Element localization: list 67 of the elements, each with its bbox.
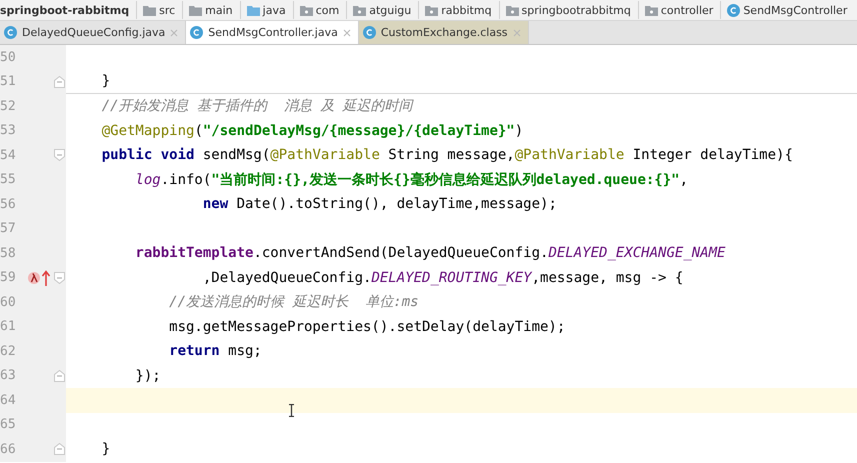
lambda-arrow-icon[interactable] [28,268,52,287]
class-icon [362,26,376,39]
folder-icon [300,4,313,16]
code-line: //开始发消息 基于插件的 消息 及 延迟的时间 [100,97,413,116]
fold-icon[interactable] [54,443,65,456]
fold-icon[interactable] [54,76,65,88]
breadcrumb-item[interactable]: com [316,4,340,16]
breadcrumb-item[interactable]: main [205,4,233,16]
file-tab[interactable]: CustomExchange.class [358,21,529,44]
breadcrumb-item[interactable]: springbootrabbitmq [522,4,631,16]
text-cursor-icon [288,404,295,417]
line-number: 53 [0,123,17,138]
breadcrumb-item[interactable]: rabbitmq [441,4,492,16]
code-line: @GetMapping("/sendDelayMsg/{message}/{delayTime}") [100,122,524,139]
line-number: 58 [0,246,17,261]
folder-icon [644,4,658,16]
line-number: 64 [0,392,17,408]
line-number: 54 [0,148,17,163]
tab-label: CustomExchange.class [380,26,508,39]
folder-icon [506,4,519,16]
code-line: } [100,441,110,458]
line-number: 52 [0,98,17,114]
class-icon [4,26,17,39]
code-line: log.info("当前时间:{},发送一条时长{}毫秒信息给延迟队列delayed.queue:{}", [134,170,688,189]
line-number: 55 [0,172,17,188]
line-number: 61 [0,319,17,334]
class-icon [727,4,740,16]
line-number: 57 [0,221,17,236]
folder-icon [246,4,260,16]
code-line: rabbitTemplate.convertAndSend(DelayedQueueConfig.DELAYED_EXCHANGE_NAME [134,245,726,262]
line-number: 60 [0,294,17,310]
close-icon[interactable] [170,28,178,36]
code-line: }); [134,368,161,384]
class-icon [190,26,204,39]
folder-icon [143,4,156,16]
file-tab[interactable]: SendMsgController.java [186,21,359,44]
line-number: 50 [0,50,17,65]
fold-icon[interactable] [54,149,65,162]
breadcrumb-item[interactable]: controller [660,4,714,16]
code-line: msg.getMessageProperties().setDelay(delayTime); [168,318,566,335]
breadcrumb-item[interactable]: src [159,4,176,16]
line-number: 59 [0,270,17,286]
line-number: 65 [0,417,17,432]
line-number: 63 [0,368,17,384]
fold-icon[interactable] [54,370,65,382]
breadcrumb-item[interactable]: java [262,4,286,16]
code-line: ,DelayedQueueConfig.DELAYED_ROUTING_KEY,message, msg -> { [202,270,684,286]
breadcrumb-item[interactable]: atguigu [369,4,412,16]
folder-icon [425,4,438,16]
line-number: 56 [0,196,17,212]
close-icon[interactable] [512,28,521,36]
line-number: 51 [0,74,17,90]
folder-icon [353,4,366,16]
line-number: 66 [0,442,17,457]
code-line: return msg; [168,343,262,360]
tab-label: DelayedQueueConfig.java [22,26,166,39]
code-line: } [100,73,110,90]
folder-icon [189,4,202,16]
fold-icon[interactable] [54,272,65,284]
tab-label: SendMsgController.java [208,26,338,39]
close-icon[interactable] [342,28,351,36]
code-line: public void sendMsg(@PathVariable String message,@PathVariable Integer delayTime){ [100,147,793,164]
code-line: new Date().toString(), delayTime,message); [202,196,557,212]
breadcrumb-item[interactable]: springboot-rabbitmq [0,4,130,16]
code-line: //发送消息的时候 延迟时长 单位:ms [168,293,419,312]
breadcrumb-item[interactable]: SendMsgController [743,4,848,16]
line-number: 62 [0,344,17,359]
